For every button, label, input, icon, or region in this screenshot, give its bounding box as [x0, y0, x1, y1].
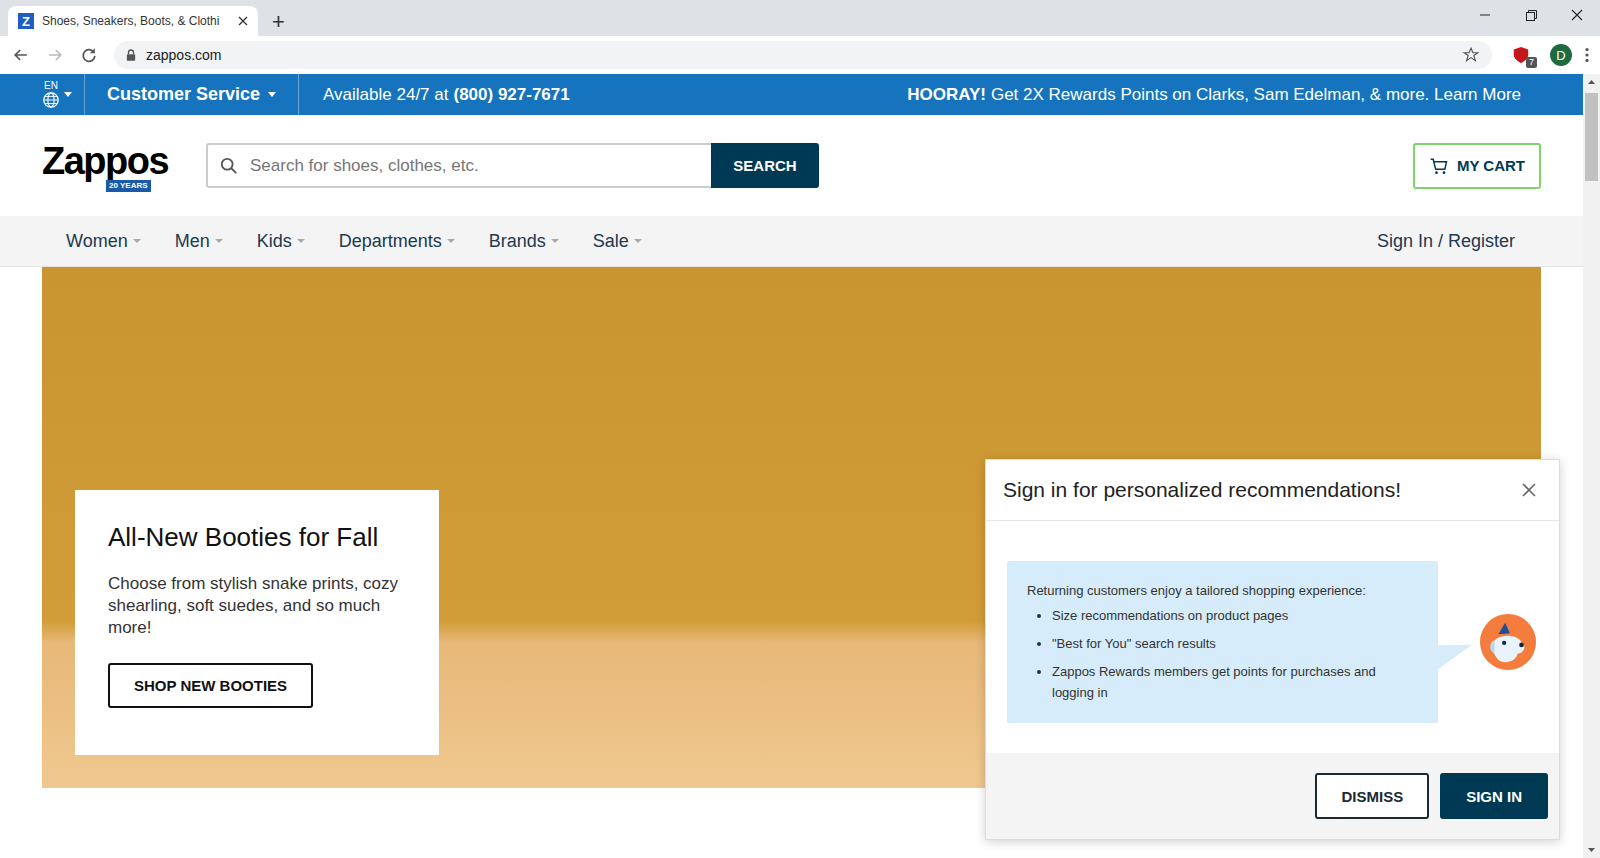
- caret-icon: [447, 239, 455, 243]
- caret-icon: [268, 92, 276, 97]
- phone-number[interactable]: (800) 927-7671: [453, 85, 569, 105]
- nav-item[interactable]: Brands: [489, 231, 559, 252]
- favicon-icon: Z: [18, 13, 34, 29]
- shop-button[interactable]: SHOP NEW BOOTIES: [108, 663, 313, 708]
- nav-label: Kids: [257, 231, 292, 252]
- nav-item[interactable]: Departments: [339, 231, 455, 252]
- popup-body: Returning customers enjoy a tailored sho…: [986, 521, 1559, 753]
- nav-item[interactable]: Women: [66, 231, 141, 252]
- page: EN Customer Service Available 24/7 at (8…: [0, 74, 1583, 858]
- browser-window: Z Shoes, Sneakers, Boots, & Clothi + zap…: [0, 0, 1600, 858]
- nav-label: Sale: [593, 231, 629, 252]
- benefit-item: Zappos Rewards members get points for pu…: [1052, 661, 1418, 703]
- sign-in-popup: Sign in for personalized recommendations…: [985, 459, 1560, 840]
- hero-title: All-New Booties for Fall: [108, 522, 406, 553]
- scrollbar-thumb[interactable]: [1585, 93, 1598, 181]
- nav-item[interactable]: Men: [175, 231, 223, 252]
- globe-icon: [42, 91, 60, 109]
- tab-title: Shoes, Sneakers, Boots, & Clothi: [42, 14, 230, 28]
- close-icon[interactable]: [1521, 482, 1537, 498]
- tab-strip: Z Shoes, Sneakers, Boots, & Clothi +: [0, 0, 1600, 36]
- search-placeholder: Search for shoes, clothes, etc.: [250, 156, 479, 176]
- minimize-icon[interactable]: [1462, 0, 1508, 30]
- popup-button[interactable]: DISMISS: [1315, 773, 1429, 819]
- availability-text: Available 24/7 at: [323, 85, 448, 105]
- scroll-down-icon[interactable]: [1583, 841, 1600, 858]
- promo-banner[interactable]: HOORAY! Get 2X Rewards Points on Clarks,…: [907, 85, 1521, 105]
- nav-label: Women: [66, 231, 128, 252]
- zappos-logo[interactable]: Zappos 20 YEARS: [42, 140, 170, 192]
- popup-title: Sign in for personalized recommendations…: [1003, 478, 1401, 502]
- caret-icon: [133, 239, 141, 243]
- browser-toolbar: zappos.com 7 D: [0, 36, 1600, 74]
- main-nav: Women Men Kids Departments Brands Sale S…: [0, 216, 1583, 267]
- nav-label: Brands: [489, 231, 546, 252]
- language-code: EN: [44, 81, 58, 91]
- caret-icon: [215, 239, 223, 243]
- cart-label: MY CART: [1457, 157, 1525, 174]
- info-bubble: Returning customers enjoy a tailored sho…: [1007, 561, 1438, 723]
- page-viewport: EN Customer Service Available 24/7 at (8…: [0, 74, 1600, 858]
- popup-button[interactable]: SIGN IN: [1440, 773, 1548, 819]
- search-button[interactable]: SEARCH: [711, 143, 819, 188]
- benefit-list: Size recommendations on product pages "Be…: [1027, 605, 1418, 703]
- new-tab-button[interactable]: +: [272, 11, 285, 33]
- hero-card: All-New Booties for Fall Choose from sty…: [75, 490, 439, 755]
- caret-icon: [64, 92, 72, 97]
- nav-item[interactable]: Kids: [257, 231, 305, 252]
- menu-dots-icon[interactable]: [1584, 46, 1590, 64]
- search-input[interactable]: Search for shoes, clothes, etc.: [206, 143, 711, 188]
- scroll-up-icon[interactable]: [1583, 74, 1600, 91]
- cart-icon: [1429, 156, 1449, 176]
- extension-button[interactable]: 7: [1508, 42, 1534, 68]
- caret-icon: [551, 239, 559, 243]
- availability: Available 24/7 at (800) 927-7671: [299, 85, 570, 105]
- nav-item[interactable]: Sale: [593, 231, 642, 252]
- top-bar: EN Customer Service Available 24/7 at (8…: [0, 74, 1583, 115]
- site-header: Zappos 20 YEARS Search for shoes, clothe…: [0, 115, 1583, 216]
- benefit-item: Size recommendations on product pages: [1052, 605, 1418, 626]
- benefit-item: "Best for You" search results: [1052, 633, 1418, 654]
- nav-label: Departments: [339, 231, 442, 252]
- cart-button[interactable]: MY CART: [1413, 143, 1541, 189]
- address-bar[interactable]: zappos.com: [114, 41, 1492, 69]
- close-window-icon[interactable]: [1554, 0, 1600, 30]
- search-form: Search for shoes, clothes, etc. SEARCH: [206, 143, 819, 188]
- hero-text: Choose from stylish snake prints, cozy s…: [108, 573, 406, 639]
- popup-footer: DISMISSSIGN IN: [986, 753, 1559, 839]
- customer-service-label: Customer Service: [107, 84, 260, 105]
- language-selector[interactable]: EN: [0, 74, 85, 115]
- nav-label: Men: [175, 231, 210, 252]
- restore-icon[interactable]: [1508, 0, 1554, 30]
- customer-service-menu[interactable]: Customer Service: [85, 74, 299, 115]
- sign-in-register-link[interactable]: Sign In / Register: [1377, 231, 1515, 252]
- browser-tab[interactable]: Z Shoes, Sneakers, Boots, & Clothi: [8, 6, 258, 36]
- profile-avatar[interactable]: D: [1550, 44, 1572, 66]
- forward-arrow-icon[interactable]: [40, 40, 70, 70]
- caret-icon: [634, 239, 642, 243]
- promo-bold: HOORAY!: [907, 85, 986, 105]
- lock-icon: [126, 49, 136, 61]
- info-intro: Returning customers enjoy a tailored sho…: [1027, 583, 1418, 598]
- url-text: zappos.com: [146, 47, 1452, 63]
- back-arrow-icon[interactable]: [6, 40, 36, 70]
- caret-icon: [297, 239, 305, 243]
- promo-text: Get 2X Rewards Points on Clarks, Sam Ede…: [991, 85, 1521, 105]
- logo-badge: 20 YEARS: [106, 180, 151, 192]
- bookmark-star-icon[interactable]: [1462, 46, 1480, 64]
- logo-wordmark: Zappos: [42, 140, 168, 182]
- window-controls: [1462, 0, 1600, 30]
- mascot-dog-icon: [1479, 613, 1537, 671]
- close-tab-icon[interactable]: [238, 16, 248, 26]
- reload-icon[interactable]: [74, 40, 104, 70]
- extension-badge: 7: [1526, 57, 1537, 68]
- magnifier-icon: [220, 157, 238, 175]
- scrollbar[interactable]: [1583, 74, 1600, 858]
- popup-header: Sign in for personalized recommendations…: [986, 460, 1559, 521]
